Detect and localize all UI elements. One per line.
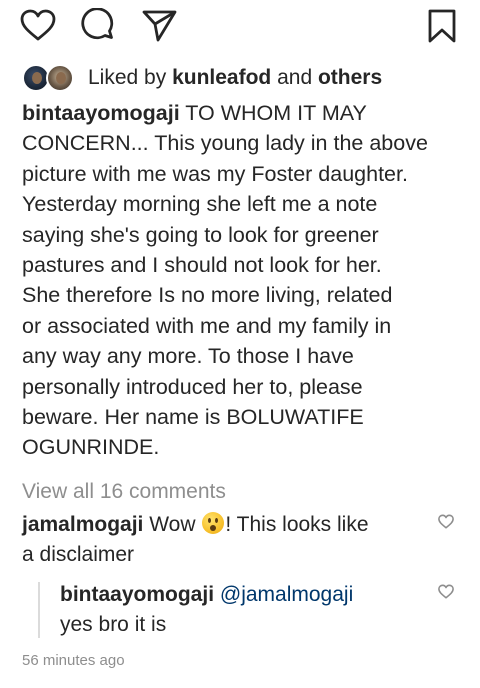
reply-like-heart-icon[interactable] [438,584,454,600]
liker-avatars [22,64,78,92]
liker-username[interactable]: kunleafod [172,66,271,89]
comment-icon[interactable] [80,8,116,44]
astonished-face-icon [202,512,225,534]
reply-username[interactable]: bintaayomogaji [60,583,214,606]
caption-line: saying she's going to look for greener [22,222,379,247]
caption-line: or associated with me and my family in [22,313,392,338]
post-caption: bintaayomogaji TO WHOM IT MAY CONCERN...… [22,98,464,463]
heart-icon[interactable] [20,8,56,44]
reply-mention[interactable]: @jamalmogaji [220,583,353,606]
caption-line: She therefore Is no more living, related [22,283,393,308]
comment-text: ! This looks like [225,513,369,536]
comment-text: a disclaimer [22,543,135,566]
avatar [46,64,74,92]
caption-line: OGUNRINDE. [22,435,160,460]
reply: bintaayomogaji @jamalmogaji yes bro it i… [60,580,420,640]
caption-line: CONCERN... This young lady in the above [22,131,428,156]
caption-line: personally introduced her to, please [22,374,363,399]
post-action-bar [0,0,480,56]
comment-like-heart-icon[interactable] [438,514,454,530]
caption-username[interactable]: bintaayomogaji [22,101,180,125]
likes-middle: and [271,66,318,89]
reply-thread-line [38,582,40,638]
caption-line: beware. Her name is BOLUWATIFE [22,405,364,430]
comment-text: Wow [143,513,202,536]
view-all-comments-link[interactable]: View all 16 comments [22,477,226,507]
caption-line: Yesterday morning she left me a note [22,192,378,217]
comment: jamalmogaji Wow ! This looks like a disc… [22,510,422,570]
reply-text: yes bro it is [60,613,167,636]
bookmark-icon[interactable] [427,9,457,43]
likes-summary[interactable]: Liked by kunleafod and others [22,60,462,96]
caption-line: TO WHOM IT MAY [179,101,367,125]
comment-username[interactable]: jamalmogaji [22,513,143,536]
likes-text: Liked by kunleafod and others [88,60,382,96]
caption-line: any way any more. To those I have [22,344,354,369]
likes-others-link[interactable]: others [318,66,382,89]
caption-line: pastures and I should not look for her. [22,253,382,278]
caption-line: picture with me was my Foster daughter. [22,161,408,186]
share-icon[interactable] [142,9,178,43]
likes-prefix: Liked by [88,66,173,89]
post-timestamp: 56 minutes ago [22,652,125,669]
